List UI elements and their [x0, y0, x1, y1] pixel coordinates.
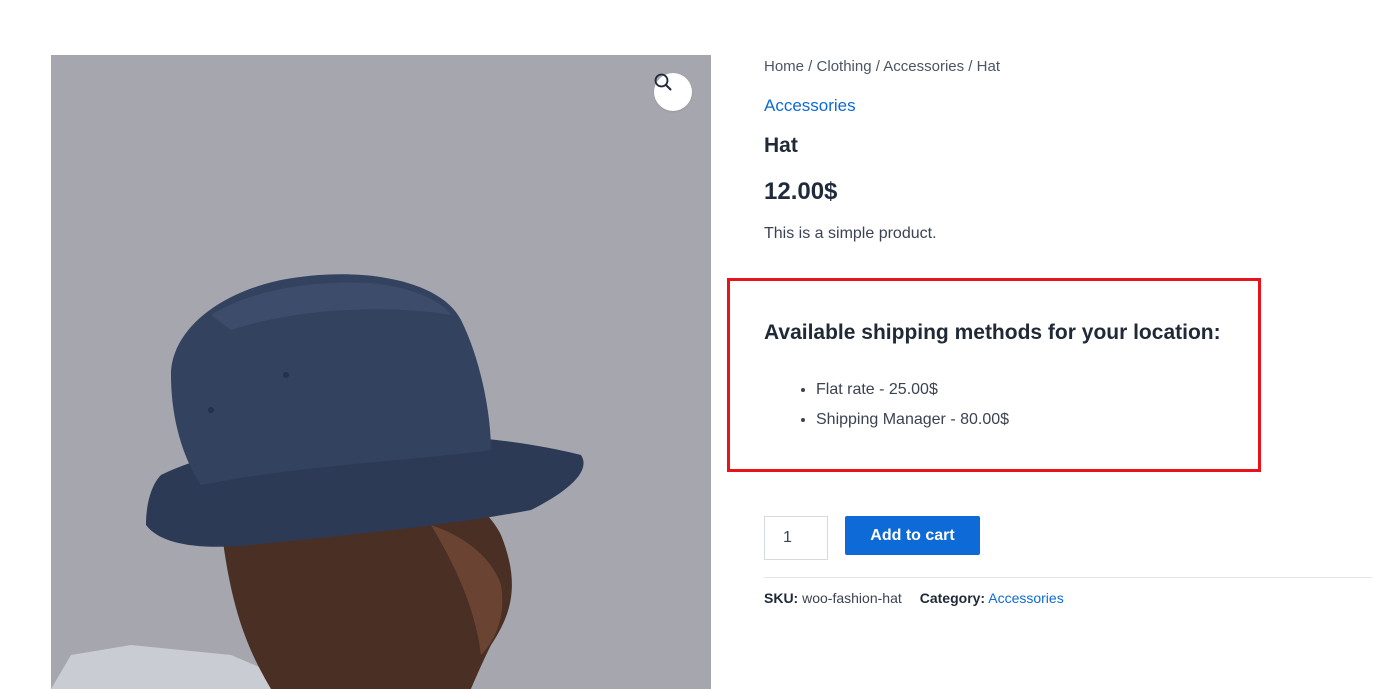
breadcrumb: Home / Clothing / Accessories / Hat: [764, 58, 1000, 75]
shipping-method-item: Flat rate - 25.00$: [816, 375, 1009, 405]
breadcrumb-home[interactable]: Home: [764, 58, 804, 75]
breadcrumb-separator: /: [871, 58, 884, 75]
product-title: Hat: [764, 134, 798, 157]
category-link[interactable]: Accessories: [764, 96, 856, 116]
product-description: This is a simple product.: [764, 225, 937, 242]
product-page: Home / Clothing / Accessories / Hat Acce…: [0, 0, 1379, 689]
sku-label: SKU:: [764, 590, 799, 606]
category-meta-link[interactable]: Accessories: [988, 590, 1063, 606]
shipping-methods-heading: Available shipping methods for your loca…: [764, 321, 1221, 344]
sku-value: woo-fashion-hat: [802, 590, 902, 606]
product-image[interactable]: [51, 55, 711, 689]
breadcrumb-clothing[interactable]: Clothing: [817, 58, 872, 75]
magnifier-icon: [654, 73, 672, 91]
quantity-input[interactable]: [764, 516, 828, 560]
meta-divider: [764, 577, 1372, 578]
breadcrumb-accessories[interactable]: Accessories: [883, 58, 964, 75]
shipping-method-item: Shipping Manager - 80.00$: [816, 405, 1009, 435]
product-photo: [51, 55, 711, 689]
zoom-button[interactable]: [654, 73, 692, 111]
product-price: 12.00$: [764, 178, 838, 205]
breadcrumb-current: Hat: [976, 58, 1000, 75]
add-to-cart-button[interactable]: Add to cart: [845, 516, 980, 555]
breadcrumb-separator: /: [964, 58, 977, 75]
category-label: Category:: [919, 590, 986, 606]
product-meta: SKU: woo-fashion-hat Category: Accessorie…: [764, 590, 1064, 606]
breadcrumb-separator: /: [804, 58, 817, 75]
shipping-methods-list: Flat rate - 25.00$ Shipping Manager - 80…: [764, 375, 1009, 435]
